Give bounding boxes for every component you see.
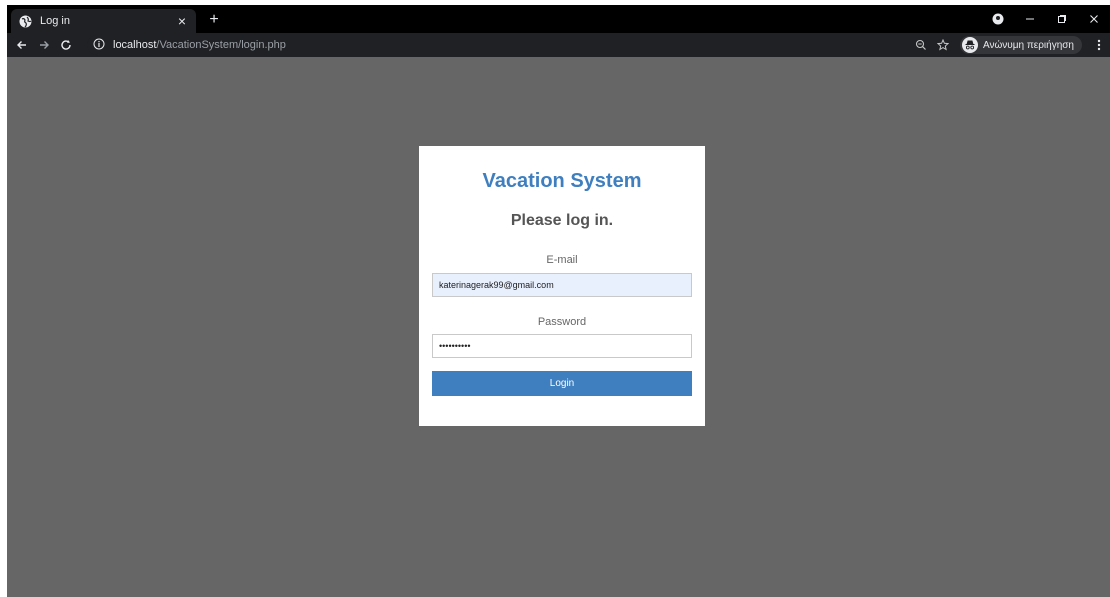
url-path: /VacationSystem/login.php (156, 39, 286, 51)
incognito-badge[interactable]: Ανώνυμη περιήγηση (960, 36, 1082, 54)
address-bar[interactable]: localhost/VacationSystem/login.php (87, 35, 967, 55)
window-controls (982, 5, 1110, 33)
kebab-menu-icon[interactable] (1088, 34, 1110, 56)
back-button[interactable] (11, 34, 33, 56)
restore-icon[interactable] (1046, 5, 1078, 33)
page-content: Vacation System Please log in. E-mail Pa… (7, 57, 1110, 597)
incognito-label: Ανώνυμη περιήγηση (983, 39, 1074, 51)
password-label: Password (537, 316, 587, 328)
profile-icon[interactable] (982, 5, 1014, 33)
minimize-icon[interactable] (1014, 5, 1046, 33)
email-field[interactable] (432, 273, 692, 297)
info-icon[interactable] (93, 38, 107, 52)
app-title: Vacation System (482, 170, 642, 192)
star-icon[interactable] (932, 34, 954, 56)
reload-button[interactable] (55, 34, 77, 56)
toolbar-right: Ανώνυμη περιήγηση (910, 33, 1110, 57)
email-label: E-mail (546, 254, 578, 266)
reload-icon (61, 40, 71, 50)
close-icon[interactable]: × (174, 13, 190, 29)
incognito-icon (962, 37, 978, 53)
login-subtitle: Please log in. (510, 212, 614, 229)
browser-toolbar: localhost/VacationSystem/login.php Ανώνυ… (7, 33, 1110, 57)
tab-strip: Log in × + (7, 5, 1110, 33)
globe-icon (19, 15, 32, 28)
zoom-icon[interactable] (910, 34, 932, 56)
url-text: localhost/VacationSystem/login.php (113, 39, 286, 51)
tab-title: Log in (40, 15, 70, 27)
arrow-right-icon (40, 41, 49, 49)
new-tab-button[interactable]: + (205, 11, 223, 29)
tab-login[interactable]: Log in × (11, 9, 196, 33)
login-button[interactable]: Login (432, 371, 692, 396)
arrow-left-icon (17, 41, 26, 49)
url-host: localhost (113, 39, 157, 51)
close-window-icon[interactable] (1078, 5, 1110, 33)
login-card: Vacation System Please log in. E-mail Pa… (419, 146, 705, 426)
forward-button[interactable] (33, 34, 55, 56)
browser-window: Log in × + localhost/VacationSystem/logi… (7, 5, 1110, 597)
password-field[interactable] (432, 334, 692, 358)
